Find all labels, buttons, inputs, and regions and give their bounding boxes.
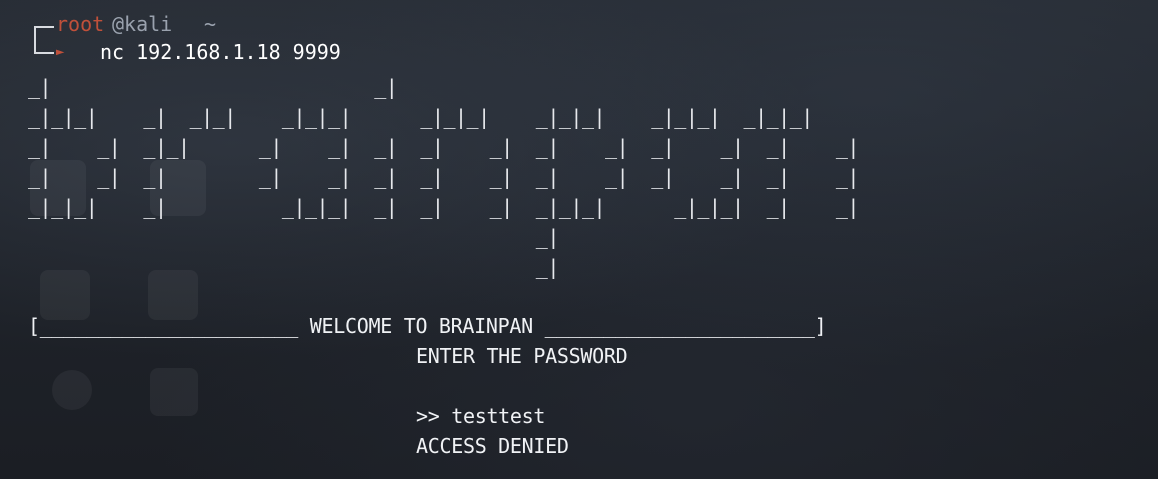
password-prompt: ENTER THE PASSWORD [416,344,628,368]
password-input-line[interactable]: >> testtest [416,401,545,431]
command-text[interactable]: nc 192.168.1.18 9999 [100,40,341,64]
terminal-window[interactable]: root @kali ~ ► nc 192.168.1.18 9999 _| _… [0,0,1158,479]
prompt-arrow-icon: ► [56,44,65,60]
banner-line: _| _| _| _| _| _| _| _| _| _| _| _| _| _… [28,165,859,189]
welcome-line: [______________________ WELCOME TO BRAIN… [28,314,827,338]
banner-line: _| [28,255,560,279]
background-desktop-icon [150,368,198,416]
prompt-user: root [56,12,105,36]
banner-line: _|_|_| _| _|_| _|_|_| _|_|_| _|_|_| _|_|… [28,105,813,129]
banner-line: _| _| _|_| _| _| _| _| _| _| _| _| _| _|… [28,135,859,159]
banner-line: _| [28,225,560,249]
banner-line: _|_|_| _| _|_|_| _| _| _| _|_|_| _|_|_| … [28,195,859,219]
access-result: ACCESS DENIED [416,434,569,458]
background-desktop-icon [52,370,92,410]
prompt-cwd: ~ [204,12,217,36]
banner-line: _| _| [28,75,398,99]
prompt-bracket-icon [34,26,54,54]
prompt-host: @kali [112,12,173,36]
ascii-banner: _| _| _|_|_| _| _|_| _|_|_| _|_|_| _|_|_… [28,72,859,282]
